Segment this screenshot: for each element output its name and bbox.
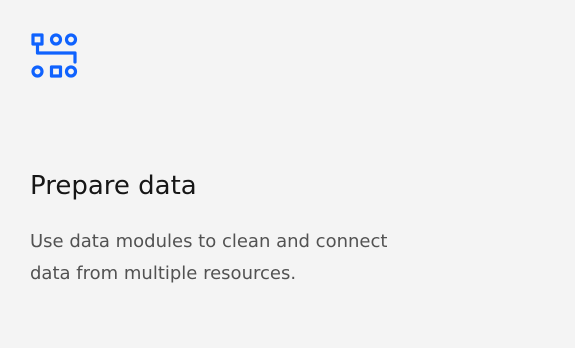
data-flow-icon [30, 31, 80, 81]
tile-description: Use data modules to clean and connect da… [30, 231, 388, 284]
prepare-data-tile[interactable]: Prepare data Use data modules to clean a… [0, 0, 575, 348]
tile-title: Prepare data [30, 171, 197, 201]
